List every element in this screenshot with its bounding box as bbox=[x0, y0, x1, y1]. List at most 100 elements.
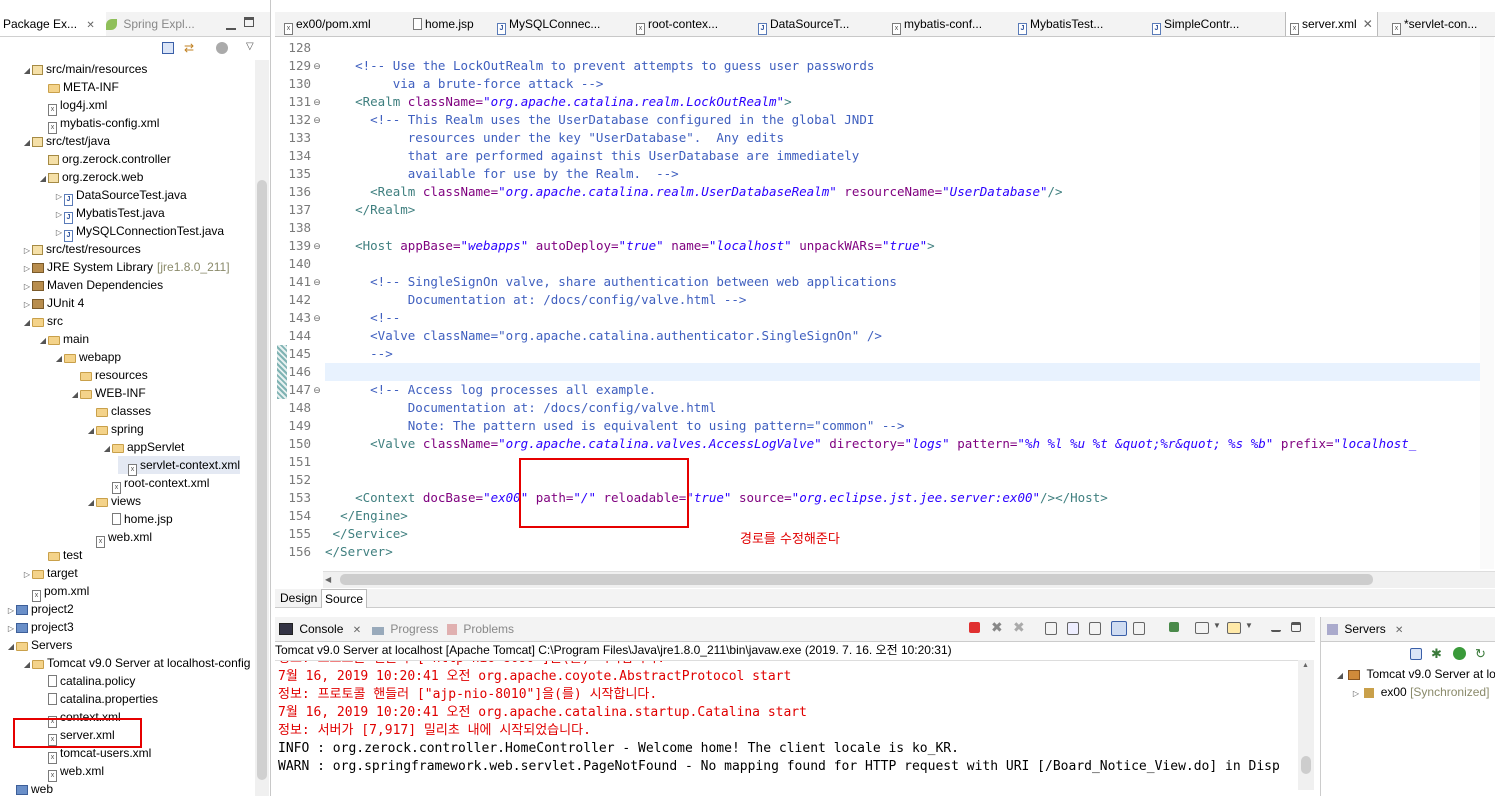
tree-item[interactable]: x mybatis-config.xml bbox=[38, 114, 159, 134]
tab-progress[interactable]: Progress bbox=[372, 617, 438, 641]
tab-servers[interactable]: Servers ✕ bbox=[1327, 617, 1403, 641]
tree-item[interactable]: ◢ appServlet bbox=[102, 438, 184, 456]
expanded-icon[interactable]: ◢ bbox=[22, 134, 32, 152]
tree-item[interactable]: ▷ project3 bbox=[6, 618, 74, 636]
debug-server-icon[interactable]: ✱ bbox=[1431, 647, 1445, 661]
show-on-output-icon[interactable] bbox=[1111, 621, 1127, 636]
editor-tab[interactable]: J DataSourceT... bbox=[754, 12, 853, 36]
tree-item[interactable]: META-INF bbox=[38, 78, 119, 96]
expanded-icon[interactable]: ◢ bbox=[86, 494, 96, 512]
word-wrap-icon[interactable] bbox=[1089, 622, 1101, 635]
display-console-icon[interactable] bbox=[1195, 622, 1209, 634]
tree-item[interactable]: resources bbox=[70, 366, 148, 384]
close-icon[interactable]: ✕ bbox=[1363, 17, 1373, 31]
maximize-icon[interactable] bbox=[1291, 622, 1301, 632]
fold-toggle-icon[interactable]: ⊖ bbox=[312, 93, 322, 111]
tree-item[interactable]: ◢ views bbox=[86, 492, 141, 510]
minimize-icon[interactable] bbox=[1271, 622, 1281, 632]
expanded-icon[interactable]: ◢ bbox=[22, 656, 32, 674]
expanded-icon[interactable]: ◢ bbox=[38, 332, 48, 350]
scrollbar-thumb[interactable] bbox=[1301, 756, 1311, 774]
scroll-up-icon[interactable]: ▲ bbox=[1302, 662, 1309, 669]
chevron-down-icon[interactable]: ▼ bbox=[1245, 621, 1259, 635]
fold-toggle-icon[interactable]: ⊖ bbox=[312, 111, 322, 129]
terminate-icon[interactable] bbox=[969, 622, 980, 633]
expanded-icon[interactable]: ◢ bbox=[70, 386, 80, 404]
close-icon[interactable]: ✕ bbox=[1395, 625, 1403, 636]
chevron-down-icon[interactable]: ▼ bbox=[1213, 621, 1227, 635]
tree-item[interactable]: ▷ target bbox=[22, 564, 78, 582]
remove-all-icon[interactable]: ✖ bbox=[1013, 620, 1027, 634]
link-with-editor-icon[interactable]: ⇄ bbox=[184, 42, 198, 54]
fold-toggle-icon[interactable]: ⊖ bbox=[312, 273, 322, 291]
fold-toggle-icon[interactable]: ⊖ bbox=[312, 309, 322, 327]
scroll-left-icon[interactable]: ◀ bbox=[325, 575, 331, 584]
show-on-error-icon[interactable] bbox=[1133, 622, 1145, 635]
tree-item[interactable]: ▷ JUnit 4 bbox=[22, 294, 84, 312]
expanded-icon[interactable]: ◢ bbox=[102, 440, 112, 458]
tree-item[interactable]: ▷ J MybatisTest.java bbox=[54, 204, 165, 224]
expanded-icon[interactable]: ◢ bbox=[6, 638, 16, 656]
pin-console-icon[interactable] bbox=[1169, 622, 1179, 632]
expanded-icon[interactable]: ◢ bbox=[38, 170, 48, 188]
tree-item[interactable]: home.jsp bbox=[102, 510, 173, 528]
tab-problems[interactable]: Problems bbox=[447, 617, 514, 641]
tab-source[interactable]: Source bbox=[321, 589, 368, 608]
editor-horizontal-scrollbar[interactable]: ◀ bbox=[323, 571, 1495, 588]
minimize-icon[interactable] bbox=[226, 16, 236, 30]
view-menu-icon[interactable]: ▽ bbox=[246, 41, 258, 53]
editor-tab[interactable]: x root-contex... bbox=[632, 12, 722, 36]
tree-item[interactable]: ◢ src/test/java bbox=[22, 132, 110, 150]
editor-tab[interactable]: home.jsp bbox=[409, 12, 478, 36]
tree-item[interactable]: ◢ Servers bbox=[6, 636, 72, 654]
remove-launch-icon[interactable]: ✖ bbox=[991, 620, 1005, 634]
profile-server-icon[interactable]: ↻ bbox=[1475, 647, 1489, 661]
tree-item[interactable]: ▷ src/test/resources bbox=[22, 240, 141, 258]
tree-item[interactable]: ◢ Tomcat v9.0 Server at localhost-config bbox=[22, 654, 251, 674]
tree-item[interactable]: catalina.properties bbox=[38, 690, 158, 708]
editor-tab[interactable]: J MybatisTest... bbox=[1014, 12, 1107, 36]
fold-toggle-icon[interactable]: ⊖ bbox=[312, 381, 322, 399]
tree-item[interactable]: ◢ src/main/resources bbox=[22, 60, 147, 78]
open-console-icon[interactable] bbox=[1227, 622, 1241, 634]
tree-item[interactable]: ◢ org.zerock.web bbox=[38, 168, 143, 186]
fold-toggle-icon[interactable]: ⊖ bbox=[312, 57, 322, 75]
xml-editor[interactable]: 128 129 ⊖ 130 131 ⊖ 132 ⊖ 133 134 135 136 137 138 139 ⊖… bbox=[275, 37, 1495, 569]
editor-tab[interactable]: J SimpleContr... bbox=[1148, 12, 1243, 36]
scrollbar-thumb[interactable] bbox=[340, 574, 1373, 585]
tree-item[interactable]: test bbox=[38, 546, 82, 564]
expanded-icon[interactable]: ◢ bbox=[86, 422, 96, 440]
editor-tab[interactable]: J MySQLConnec... bbox=[493, 12, 604, 36]
fold-toggle-icon[interactable]: ⊖ bbox=[312, 237, 322, 255]
start-server-icon[interactable] bbox=[1453, 647, 1466, 660]
console-output[interactable]: 정보: 프로토콜 핸들러 ["http-nio-8090"]을(를) 시작합니다… bbox=[275, 660, 1298, 791]
focus-icon[interactable] bbox=[216, 42, 228, 54]
close-icon[interactable]: ✕ bbox=[86, 20, 94, 31]
tree-item[interactable]: org.zerock.controller bbox=[38, 150, 171, 168]
tree-item[interactable]: ▷ JRE System Library [jre1.8.0_211] bbox=[22, 258, 230, 276]
scroll-lock-icon[interactable] bbox=[1067, 622, 1079, 635]
tree-item[interactable]: x web.xml bbox=[38, 762, 104, 782]
tree-item[interactable]: ▷ Maven Dependencies bbox=[22, 276, 163, 294]
tree-item[interactable]: ▷ J MySQLConnectionTest.java bbox=[54, 222, 224, 242]
expanded-icon[interactable]: ◢ bbox=[22, 62, 32, 80]
tree-item[interactable]: ◢ webapp bbox=[54, 348, 121, 366]
collapse-all-icon[interactable] bbox=[162, 42, 174, 54]
tree-item[interactable]: ◢ main bbox=[38, 330, 89, 348]
explorer-scrollbar[interactable] bbox=[255, 60, 269, 796]
tree-item[interactable]: ▷ J DataSourceTest.java bbox=[54, 186, 187, 206]
scrollbar-thumb[interactable] bbox=[257, 180, 267, 780]
tree-item[interactable]: x servlet-context.xml bbox=[118, 456, 241, 476]
expanded-icon[interactable]: ◢ bbox=[54, 350, 64, 368]
tree-item[interactable]: web bbox=[6, 780, 53, 796]
tree-item[interactable]: ◢ spring bbox=[86, 420, 144, 438]
editor-tab[interactable]: x ex00/pom.xml bbox=[280, 12, 375, 36]
tree-item[interactable]: x pom.xml bbox=[22, 582, 89, 602]
maximize-icon[interactable] bbox=[244, 17, 254, 27]
editor-tab[interactable]: x mybatis-conf... bbox=[888, 12, 986, 36]
console-scrollbar[interactable]: ▲ bbox=[1298, 660, 1314, 790]
tree-item[interactable]: x log4j.xml bbox=[38, 96, 107, 116]
tab-design[interactable]: Design bbox=[277, 589, 320, 607]
server-module-ex00[interactable]: ▷ ex00 [Synchronized] bbox=[1351, 683, 1490, 701]
tab-package-explorer[interactable]: Package Ex... ✕ bbox=[0, 12, 106, 36]
